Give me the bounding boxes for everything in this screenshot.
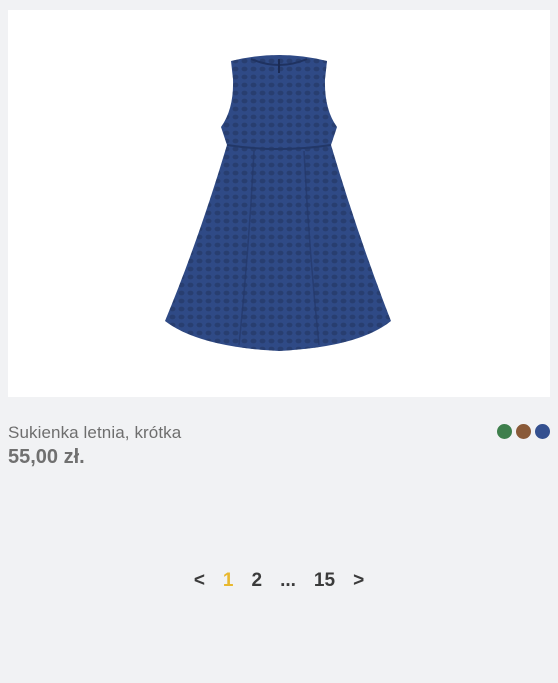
color-swatch-brown[interactable] [516,424,531,439]
product-image[interactable] [8,10,550,397]
pagination-next-button[interactable]: > [353,570,364,592]
product-price: 55,00 zł. [8,446,85,468]
pagination: < 1 2 ... 15 > [0,570,558,592]
pagination-page-last[interactable]: 15 [314,570,335,592]
color-swatch-navy[interactable] [535,424,550,439]
color-swatch-green[interactable] [497,424,512,439]
dress-icon [165,54,391,351]
product-card-page: Sukienka letnia, krótka 55,00 zł. < 1 2 … [0,0,558,683]
product-name[interactable]: Sukienka letnia, krótka [8,423,181,443]
pagination-page-1[interactable]: 1 [223,570,234,592]
pagination-ellipsis: ... [280,570,296,591]
color-swatches [497,424,550,439]
pagination-page-2[interactable]: 2 [252,570,263,592]
pagination-prev-button[interactable]: < [194,570,205,592]
